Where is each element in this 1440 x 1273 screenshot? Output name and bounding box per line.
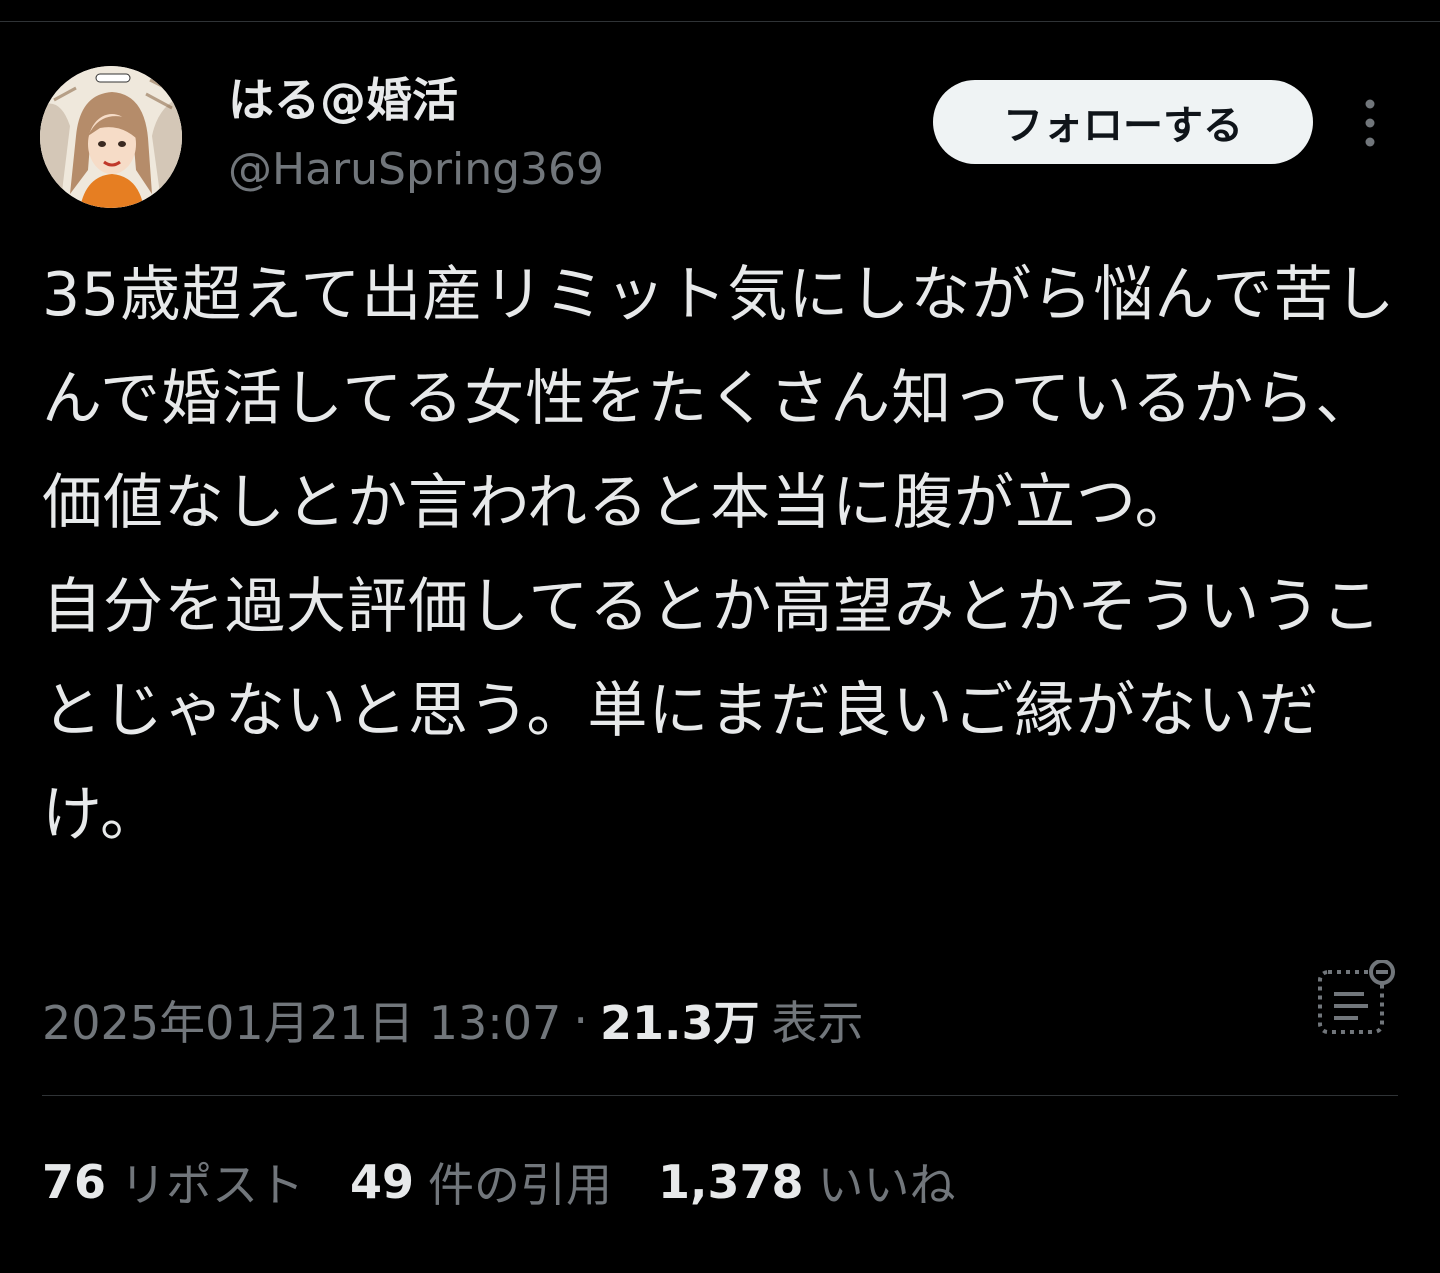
- analytics-icon[interactable]: [1312, 960, 1400, 1040]
- tweet-meta: 2025年01月21日 13:07 · 21.3万 表示: [42, 982, 863, 1058]
- avatar[interactable]: [40, 66, 182, 208]
- reposts-count: 76: [42, 1155, 107, 1209]
- quotes-label: 件の引用: [428, 1158, 613, 1212]
- likes-label: いいね: [817, 1158, 956, 1212]
- follow-button[interactable]: フォローする: [933, 80, 1313, 164]
- top-divider: [0, 0, 1440, 22]
- views-count: 21.3万: [599, 996, 760, 1050]
- likes-stat[interactable]: 1,378 いいね: [658, 1149, 956, 1215]
- views-label: 表示: [771, 996, 864, 1050]
- timestamp[interactable]: 2025年01月21日 13:07: [42, 987, 561, 1053]
- quotes-count: 49: [350, 1155, 415, 1209]
- quotes-stat[interactable]: 49 件の引用: [350, 1149, 612, 1215]
- reposts-label: リポスト: [120, 1158, 305, 1212]
- meta-separator: ·: [573, 993, 588, 1047]
- avatar-illustration: [40, 66, 182, 208]
- display-name[interactable]: はる@婚活: [228, 70, 458, 130]
- reposts-stat[interactable]: 76 リポスト: [42, 1149, 304, 1215]
- likes-count: 1,378: [658, 1155, 804, 1209]
- tweet-text: 35歳超えて出産リミット気にしながら悩んで苦しんで婚活してる女性をたくさん知って…: [42, 260, 1396, 850]
- engagement-stats: 76 リポスト 49 件の引用 1,378 いいね: [42, 1142, 1002, 1222]
- divider: [42, 1095, 1398, 1096]
- more-vertical-icon[interactable]: [1352, 96, 1388, 150]
- user-handle[interactable]: @HaruSpring369: [228, 140, 604, 200]
